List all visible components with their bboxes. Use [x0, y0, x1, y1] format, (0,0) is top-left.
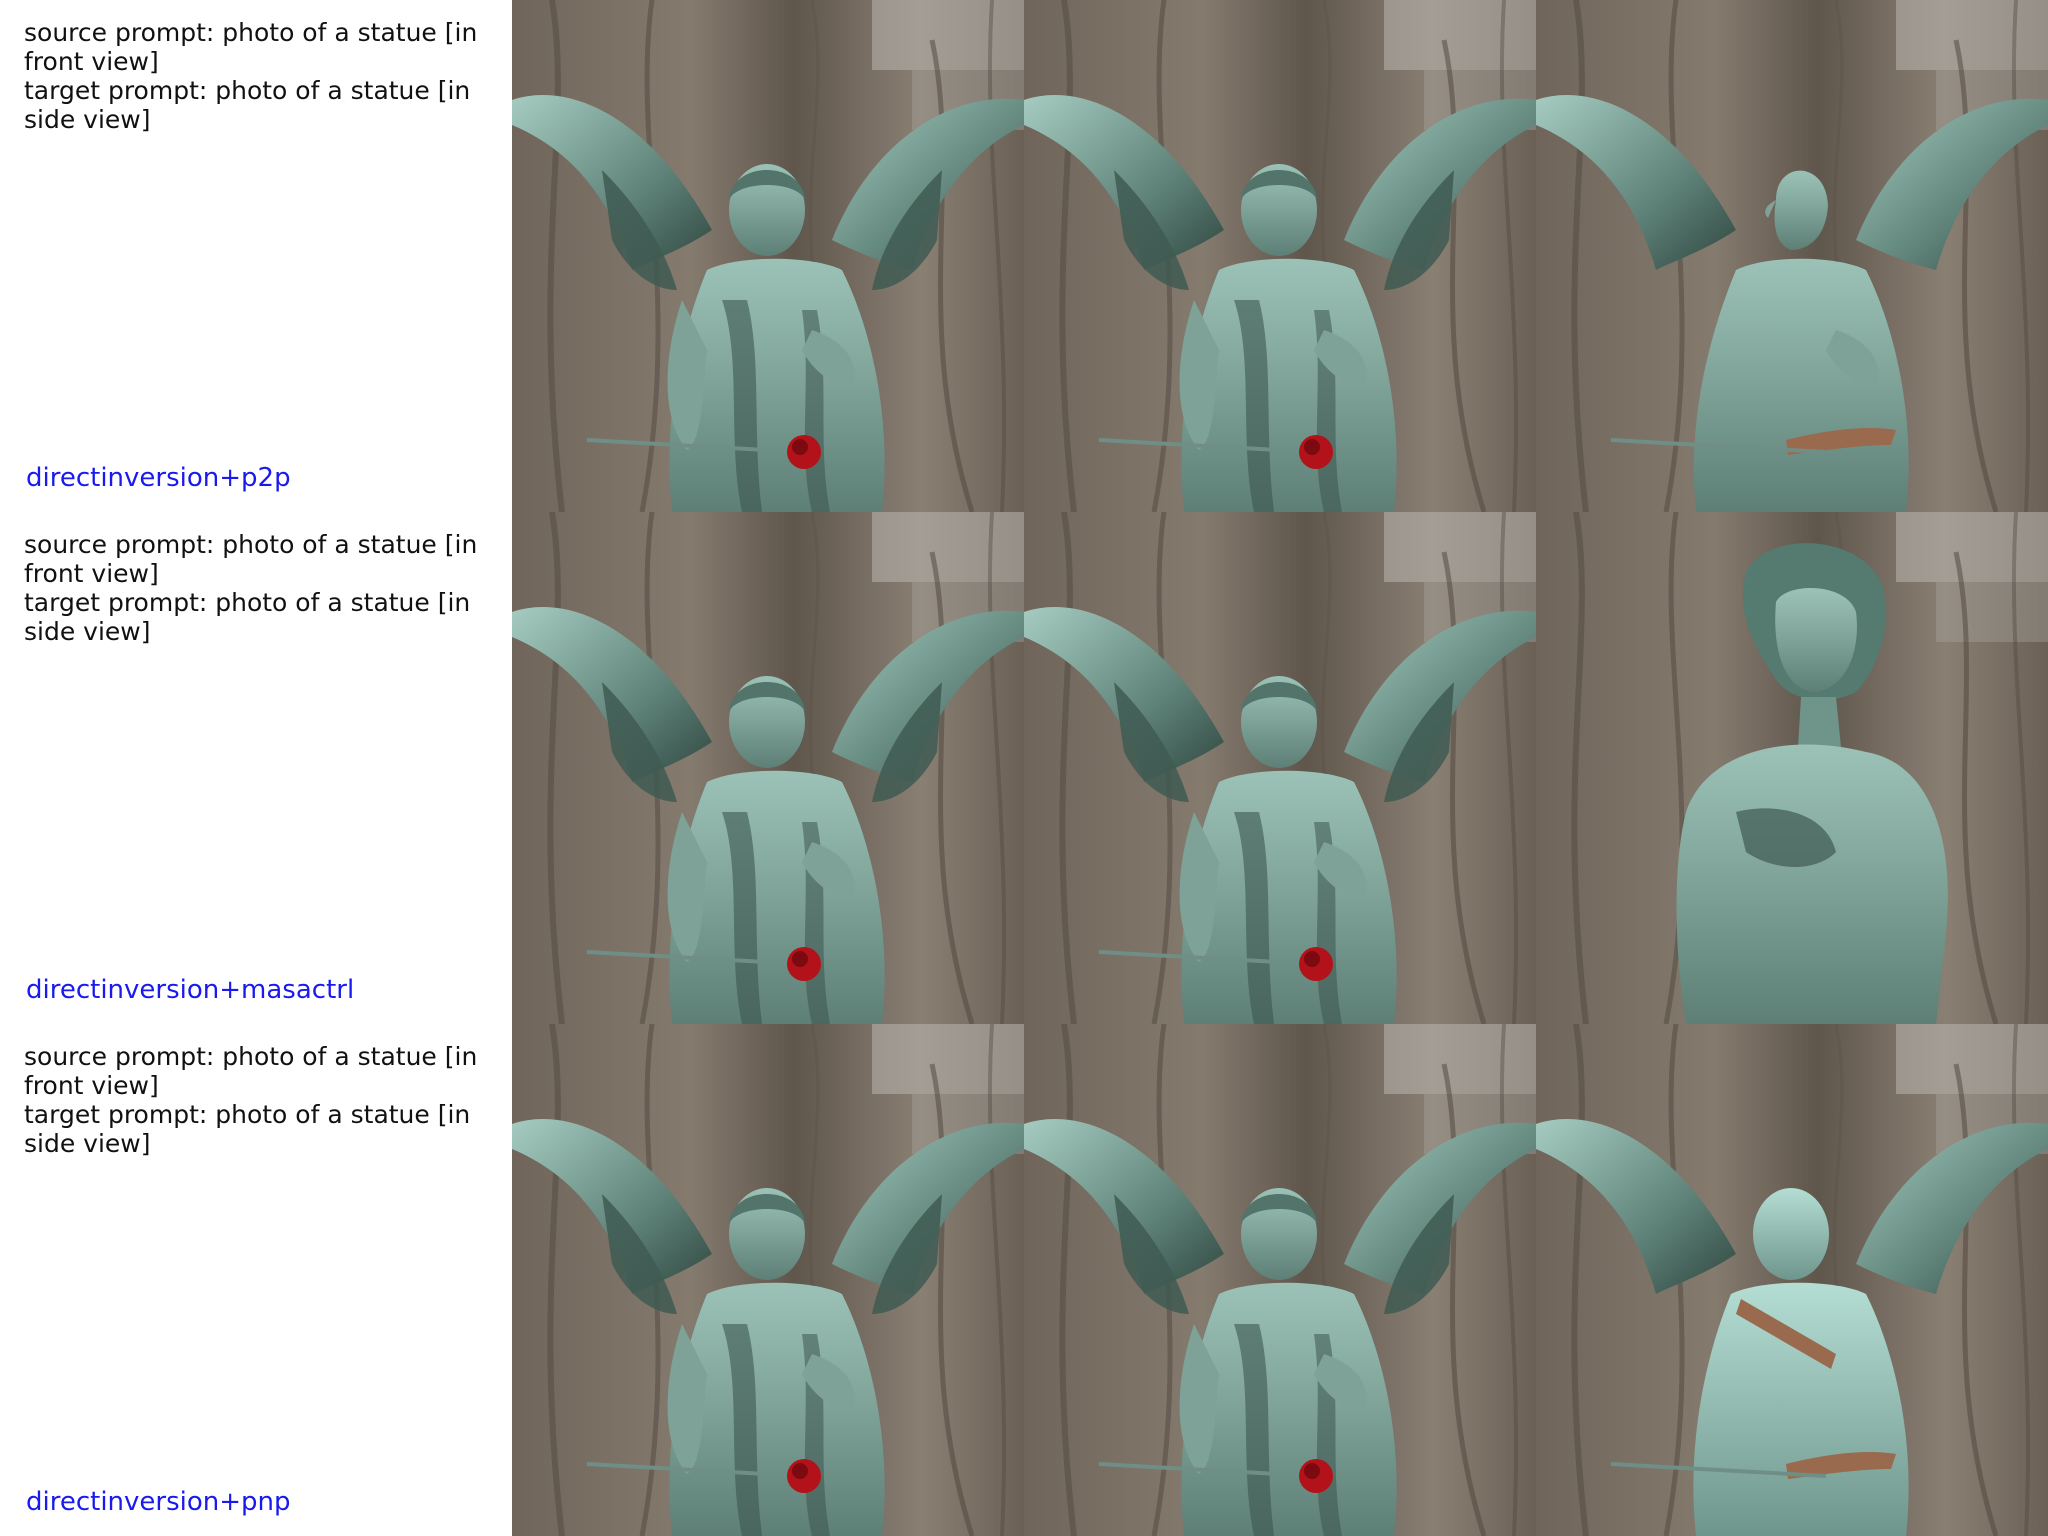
method-label: directinversion+pnp [26, 1487, 291, 1517]
target-prompt: target prompt: photo of a statue [in sid… [24, 76, 479, 134]
row-label-cell: source prompt: photo of a statue [in fro… [0, 512, 512, 1024]
row-label-cell: source prompt: photo of a statue [in fro… [0, 0, 512, 512]
target-prompt: target prompt: photo of a statue [in sid… [24, 588, 479, 646]
source-prompt: source prompt: photo of a statue [in fro… [24, 18, 486, 76]
result-row: source prompt: photo of a statue [in fro… [0, 1024, 2048, 1536]
edited-image [1536, 0, 2048, 512]
source-image [512, 1024, 1024, 1536]
row-label-cell: source prompt: photo of a statue [in fro… [0, 1024, 512, 1536]
source-prompt: source prompt: photo of a statue [in fro… [24, 1042, 486, 1100]
source-prompt: source prompt: photo of a statue [in fro… [24, 530, 486, 588]
reconstruction-image [1024, 0, 1536, 512]
reconstruction-image [1024, 1024, 1536, 1536]
method-label: directinversion+p2p [26, 463, 291, 493]
prompt-block: source prompt: photo of a statue [in fro… [24, 1042, 494, 1158]
method-label: directinversion+masactrl [26, 975, 355, 1005]
source-image [512, 0, 1024, 512]
target-prompt: target prompt: photo of a statue [in sid… [24, 1100, 479, 1158]
prompt-block: source prompt: photo of a statue [in fro… [24, 18, 494, 134]
result-row: source prompt: photo of a statue [in fro… [0, 0, 2048, 512]
edited-image [1536, 1024, 2048, 1536]
result-row: source prompt: photo of a statue [in fro… [0, 512, 2048, 1024]
source-image [512, 512, 1024, 1024]
comparison-grid: source prompt: photo of a statue [in fro… [0, 0, 2048, 1536]
reconstruction-image [1024, 512, 1536, 1024]
edited-image [1536, 512, 2048, 1024]
prompt-block: source prompt: photo of a statue [in fro… [24, 530, 494, 646]
